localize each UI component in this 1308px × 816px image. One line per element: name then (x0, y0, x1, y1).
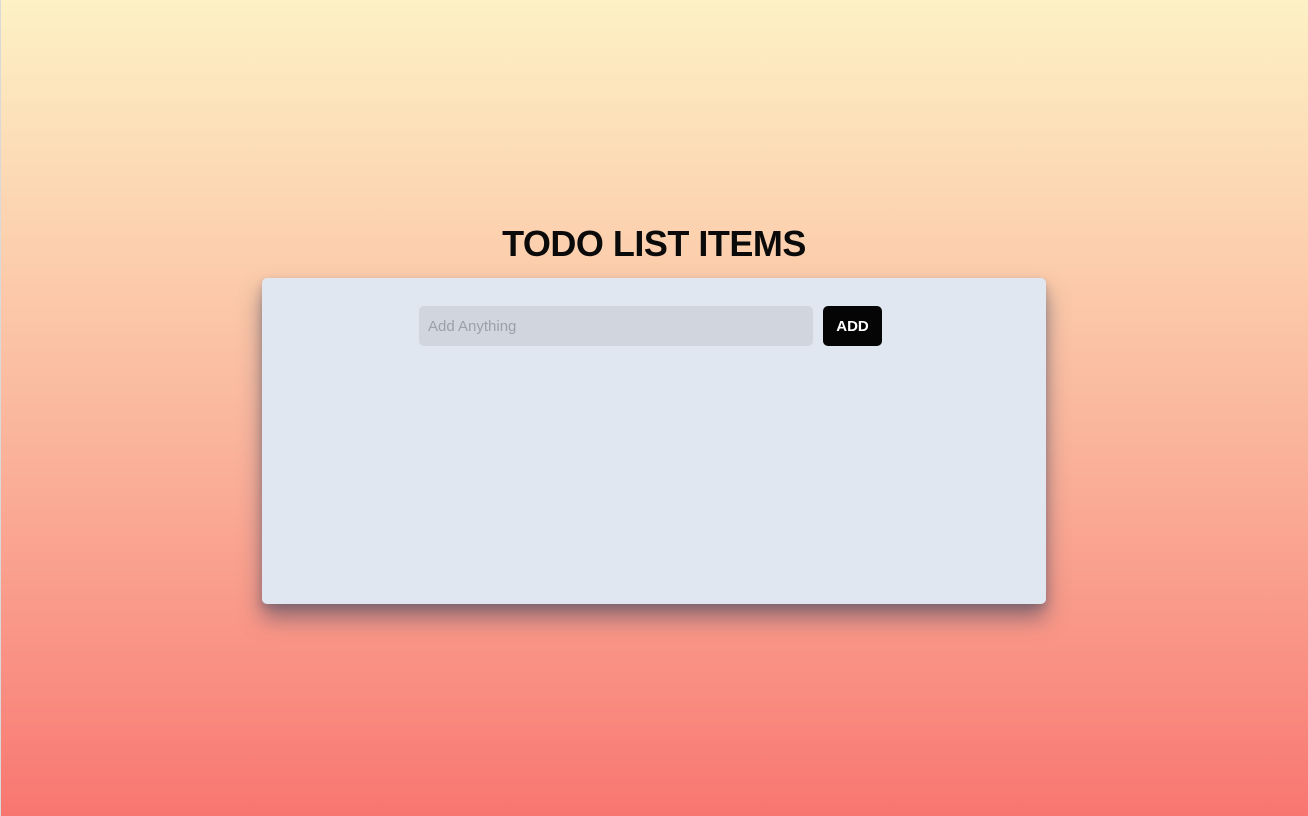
add-button[interactable]: ADD (823, 306, 882, 346)
todo-card: ADD (262, 278, 1046, 604)
window-left-edge (0, 0, 1, 816)
todo-list (419, 362, 882, 582)
page-title: TODO LIST ITEMS (502, 223, 806, 264)
add-todo-input[interactable] (419, 306, 813, 346)
